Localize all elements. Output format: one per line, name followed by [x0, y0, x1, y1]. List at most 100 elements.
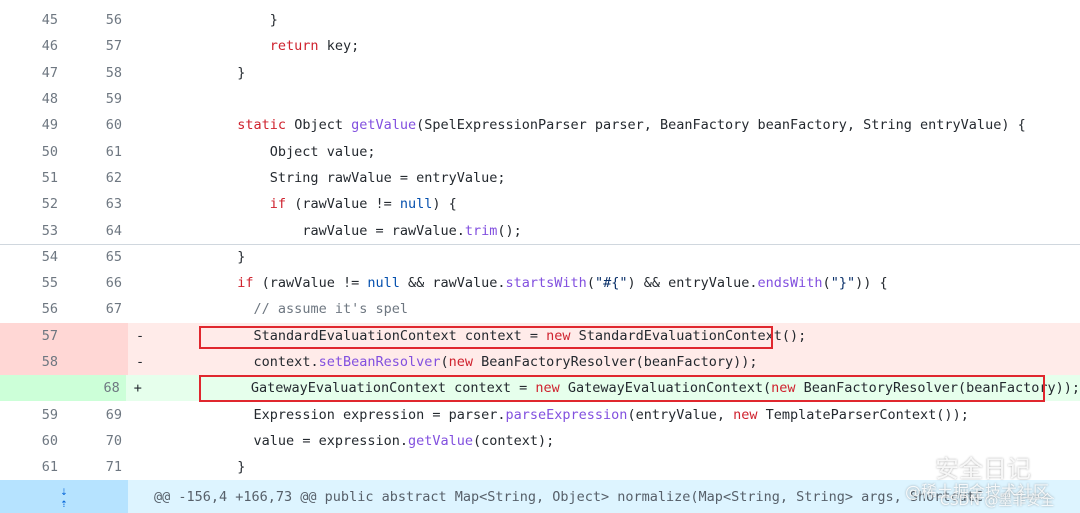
old-line-number[interactable]	[0, 375, 63, 402]
diff-line: 52 63 if (rawValue != null) {	[0, 191, 1080, 217]
arrow-up-icon[interactable]: ⇡	[60, 497, 67, 509]
diff-sign: +	[133, 380, 142, 397]
diff-line: 59 69 Expression expression = parser.pars…	[0, 402, 1080, 428]
code-token: "#{"	[594, 275, 628, 292]
code-token: new	[733, 406, 758, 423]
new-line-number[interactable]: 71	[64, 454, 128, 480]
code-token: rawValue = rawValue.	[302, 222, 465, 239]
code-token: parseExpression	[505, 406, 628, 423]
new-line-number[interactable]: 63	[64, 191, 128, 217]
new-line-number[interactable]: 68	[62, 375, 126, 402]
old-line-number[interactable]: 53	[0, 217, 64, 243]
diff-line: 50 61 Object value;	[0, 139, 1080, 165]
old-line-number[interactable]: 55	[0, 270, 64, 296]
expand-button[interactable]: ⇣ ⇡	[0, 480, 128, 513]
code-token: getValue	[351, 117, 417, 134]
old-line-number[interactable]: 49	[0, 112, 64, 138]
code-token: return	[269, 38, 319, 55]
old-line-number[interactable]: 57	[0, 322, 64, 349]
diff-line: 47 58 }	[0, 60, 1080, 86]
highlight-box-added	[199, 375, 1045, 403]
diff-sign: -	[136, 354, 145, 371]
new-line-number[interactable]: 58	[64, 60, 128, 86]
old-line-number[interactable]: 51	[0, 165, 64, 191]
old-line-number[interactable]: 56	[0, 296, 64, 322]
code-token: )) {	[855, 275, 888, 292]
code-token: value = expression.	[253, 432, 408, 449]
code-token: getValue	[407, 432, 474, 449]
diff-line: 54 65 }	[0, 244, 1080, 270]
code-token: "}"	[830, 275, 856, 292]
code-content: String rawValue = entryValue;	[156, 170, 1080, 186]
highlight-box-removed	[199, 325, 773, 349]
code-token: ) && entryValue.	[627, 275, 758, 292]
old-line-number[interactable]: 61	[0, 454, 64, 480]
new-line-number[interactable]	[64, 322, 128, 349]
new-line-number[interactable]: 65	[64, 244, 128, 270]
arrow-down-icon[interactable]: ⇣	[60, 485, 67, 497]
code-content: rawValue = rawValue.trim();	[156, 223, 1080, 239]
new-line-number[interactable]: 56	[64, 7, 128, 33]
diff-sign	[128, 407, 156, 423]
code-content: // assume it's spel	[156, 301, 1080, 317]
new-line-number[interactable]: 61	[64, 139, 128, 165]
old-line-number[interactable]: 45	[0, 7, 64, 33]
new-line-number[interactable]: 57	[64, 33, 128, 59]
code-content: return key;	[156, 38, 1080, 54]
code-content: if (rawValue != null) {	[156, 196, 1080, 212]
new-line-number[interactable]	[64, 348, 128, 376]
new-line-number[interactable]: 64	[64, 217, 128, 243]
old-line-number[interactable]: 46	[0, 33, 64, 59]
code-token: trim	[464, 222, 498, 239]
code-token: if	[269, 196, 287, 213]
new-line-number[interactable]: 70	[64, 428, 128, 454]
new-line-number[interactable]: 66	[64, 270, 128, 296]
new-line-number[interactable]: 60	[64, 112, 128, 138]
new-line-number[interactable]: 67	[64, 296, 128, 322]
code-token: String rawValue = entryValue;	[269, 169, 506, 186]
diff-line: 46 57 return key;	[0, 33, 1080, 59]
new-line-number[interactable]: 59	[64, 86, 128, 112]
code-token: new	[448, 354, 474, 371]
old-line-number[interactable]: 48	[0, 86, 64, 112]
code-token: (	[440, 354, 449, 371]
diff-line: 55 66 if (rawValue != null && rawValue.st…	[0, 270, 1080, 296]
code-token: Expression expression = parser.	[253, 406, 506, 423]
new-line-number[interactable]: 62	[64, 165, 128, 191]
old-line-number[interactable]: 54	[0, 244, 64, 270]
old-line-number[interactable]: 47	[0, 60, 64, 86]
old-line-number[interactable]: 60	[0, 428, 64, 454]
code-token: endsWith	[757, 275, 823, 292]
old-line-number[interactable]: 59	[0, 402, 64, 428]
code-token: }	[237, 64, 246, 81]
code-token: // assume it's spel	[253, 301, 408, 318]
code-token: Object value;	[269, 143, 376, 160]
old-line-number[interactable]: 50	[0, 139, 64, 165]
code-content	[156, 91, 1080, 107]
old-line-number[interactable]: 58	[0, 348, 64, 376]
code-token: (rawValue !=	[253, 275, 368, 292]
wechat-logo-icon	[896, 448, 930, 480]
diff-line: 49 60 static Object getValue(SpelExpressi…	[0, 112, 1080, 138]
diff-sign	[128, 144, 156, 160]
diff-line: 48 59	[0, 86, 1080, 112]
code-diff-view: 45 56 } 46 57 return key; 47 58 } 48 59 49 60 st…	[0, 0, 1080, 513]
new-line-number[interactable]: 69	[64, 402, 128, 428]
code-token: null	[367, 275, 400, 292]
diff-line: 45 56 }	[0, 7, 1080, 33]
code-token: }	[237, 459, 246, 476]
old-line-number[interactable]: 52	[0, 191, 64, 217]
